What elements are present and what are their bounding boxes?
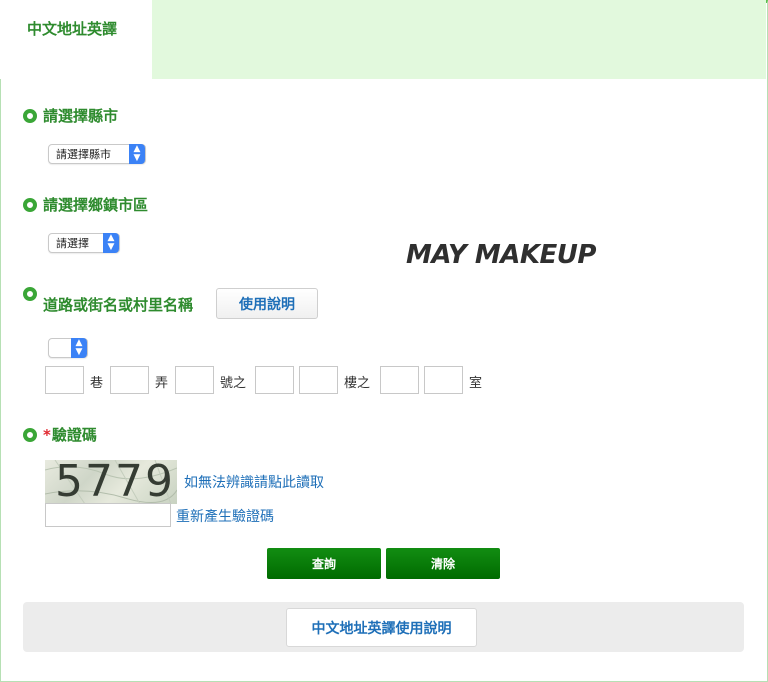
- road-title: 道路或街名或村里名稱: [43, 296, 194, 314]
- bullet-ring-icon: [23, 427, 37, 442]
- captcha-audio-link[interactable]: 如無法辨識請點此讀取: [184, 472, 324, 492]
- floor-input[interactable]: [299, 366, 338, 394]
- captcha-title: 驗證碼: [51, 426, 97, 444]
- bullet-ring-icon: [23, 197, 37, 212]
- chevron-updown-icon: ▲ ▼: [71, 338, 87, 358]
- captcha-refresh-link[interactable]: 重新產生驗證碼: [176, 506, 274, 526]
- help-button[interactable]: 中文地址英譯使用說明: [286, 608, 477, 647]
- clear-button[interactable]: 清除: [386, 548, 500, 579]
- chevron-updown-icon: ▲ ▼: [103, 233, 119, 253]
- form-frame: [0, 0, 768, 682]
- alley-label: 弄: [155, 376, 169, 391]
- lane-label: 巷: [90, 376, 104, 391]
- captcha-input[interactable]: [45, 503, 171, 527]
- district-select[interactable]: 請選擇 ▲ ▼: [48, 233, 120, 253]
- road-heading: 道路或街名或村里名稱: [23, 286, 193, 315]
- number-input[interactable]: [175, 366, 214, 394]
- county-title: 請選擇縣市: [43, 107, 119, 125]
- alley-input[interactable]: [110, 366, 149, 394]
- number-label: 號之: [220, 376, 247, 391]
- captcha-code: 5779: [55, 460, 175, 504]
- county-select[interactable]: 請選擇縣市 ▲ ▼: [48, 144, 146, 164]
- banner-logo: MAY MAKEUP: [406, 240, 596, 270]
- tab-address-translation[interactable]: 中文地址英譯: [0, 0, 152, 79]
- road-select[interactable]: ▲ ▼: [48, 338, 88, 358]
- tab-bar: 中文地址英譯: [0, 0, 766, 79]
- county-select-value: 請選擇縣市: [56, 148, 111, 161]
- road-guide-button[interactable]: 使用說明: [216, 288, 318, 319]
- district-heading: 請選擇鄉鎮市區: [23, 194, 148, 215]
- bullet-ring-icon: [23, 286, 37, 301]
- floor-sub-input[interactable]: [380, 366, 419, 394]
- floor-label: 樓之: [344, 376, 371, 391]
- number-sub-input[interactable]: [255, 366, 294, 394]
- query-button[interactable]: 查詢: [267, 548, 381, 579]
- district-title: 請選擇鄉鎮市區: [43, 196, 149, 214]
- chevron-updown-icon: ▲ ▼: [129, 144, 145, 164]
- required-mark: *: [43, 425, 51, 444]
- tab-label: 中文地址英譯: [27, 20, 118, 38]
- captcha-heading: * 驗證碼: [23, 424, 97, 445]
- county-heading: 請選擇縣市: [23, 105, 118, 126]
- captcha-image: 5779: [45, 460, 177, 504]
- room-input[interactable]: [424, 366, 463, 394]
- lane-input[interactable]: [45, 366, 84, 394]
- bullet-ring-icon: [23, 108, 37, 123]
- district-select-value: 請選擇: [56, 237, 89, 250]
- room-label: 室: [469, 376, 483, 391]
